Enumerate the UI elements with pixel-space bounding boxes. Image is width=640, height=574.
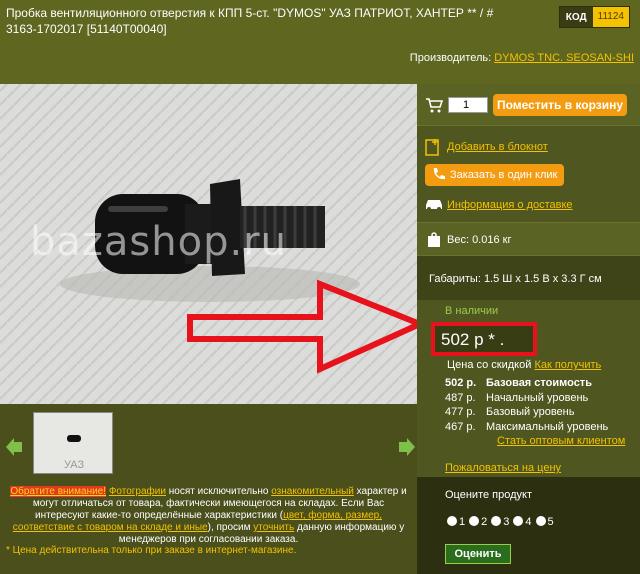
price-tier-row: 487 р. Начальный уровень bbox=[445, 392, 588, 404]
cart-icon bbox=[426, 98, 443, 113]
cart-row: 1 Поместить в корзину bbox=[417, 84, 640, 126]
stock-status: В наличии bbox=[445, 305, 499, 317]
disclaimer-text-3: ), просим bbox=[207, 522, 254, 533]
product-photo[interactable]: bazashop.ru bbox=[0, 84, 417, 404]
price-box: 502 р * . bbox=[431, 322, 537, 356]
manufacturer-label: Производитель: bbox=[409, 52, 492, 64]
thumbnail[interactable]: УАЗ bbox=[33, 412, 113, 474]
photo-disclaimer: Обратите внимание! Фотографии носят искл… bbox=[0, 484, 417, 574]
rating-option-2[interactable]: 2 bbox=[469, 516, 487, 528]
rating-option-3[interactable]: 3 bbox=[491, 516, 509, 528]
add-to-notebook-link[interactable]: Добавить в блокнот bbox=[447, 141, 548, 153]
price-footnote: * Цена действительна только при заказе в… bbox=[6, 545, 297, 556]
product-page: Пробка вентиляционного отверстия к КПП 5… bbox=[0, 0, 640, 574]
prev-arrow-icon[interactable] bbox=[6, 438, 24, 456]
weight-text: Вес: 0.016 кг bbox=[447, 234, 512, 246]
delivery-row: Информация о доставке bbox=[417, 194, 640, 216]
thumbnail-strip: УАЗ bbox=[0, 404, 417, 484]
price-tier-value: 477 р. bbox=[445, 406, 476, 418]
price-tier-label: Базовая стоимость bbox=[486, 377, 592, 389]
weight-row: Вес: 0.016 кг bbox=[417, 222, 640, 256]
manufacturer: Производитель: DYMOS TNC. SEOSAN-SHI bbox=[410, 52, 634, 64]
become-wholesale-link[interactable]: Стать оптовым клиентом bbox=[497, 435, 625, 447]
code-value: 11124 bbox=[592, 7, 629, 27]
add-to-cart-button[interactable]: Поместить в корзину bbox=[493, 94, 627, 116]
discount-label: Цена со скидкой bbox=[447, 359, 532, 371]
one-click-order-button[interactable]: Заказать в один клик bbox=[425, 164, 564, 186]
price-value: 502 р * . bbox=[441, 330, 505, 349]
code-label: КОД bbox=[565, 11, 587, 23]
phone-icon bbox=[433, 168, 445, 180]
rating-title: Оцените продукт bbox=[445, 489, 533, 501]
price-tier-label: Максимальный уровень bbox=[486, 421, 609, 433]
rating-option-4[interactable]: 4 bbox=[513, 516, 532, 528]
price-tier-value: 467 р. bbox=[445, 421, 476, 433]
informative-link[interactable]: ознакомительный bbox=[271, 486, 354, 497]
thumb-text: УАЗ bbox=[64, 459, 84, 471]
manufacturer-link[interactable]: DYMOS TNC. SEOSAN-SHI bbox=[494, 52, 634, 64]
page-header: Пробка вентиляционного отверстия к КПП 5… bbox=[0, 0, 640, 84]
price-tier-label: Начальный уровень bbox=[486, 392, 589, 404]
complain-price-link[interactable]: Пожаловаться на цену bbox=[445, 462, 561, 474]
weight-icon bbox=[428, 232, 440, 247]
price-tier-value: 487 р. bbox=[445, 392, 476, 404]
rating-options: 1 2 3 4 5 bbox=[447, 516, 554, 528]
product-code-badge: КОД 11124 bbox=[558, 6, 630, 28]
discount-how-link[interactable]: Как получить bbox=[534, 359, 601, 371]
notebook-icon bbox=[425, 139, 439, 156]
photos-link[interactable]: Фотографии bbox=[109, 486, 166, 497]
price-tier-row: 467 р. Максимальный уровень bbox=[445, 421, 608, 433]
rating-section: Оцените продукт 1 2 3 4 5 Оценить bbox=[417, 477, 640, 574]
price-tier-row: 502 р. Базовая стоимость bbox=[445, 377, 592, 389]
dimensions-row: Габариты: 1.5 Ш х 1.5 В х 3.3 Г см bbox=[417, 256, 640, 300]
delivery-info-link[interactable]: Информация о доставке bbox=[447, 199, 573, 211]
rate-button[interactable]: Оценить bbox=[445, 544, 511, 564]
one-click-order-label: Заказать в один клик bbox=[450, 169, 558, 181]
watermark: bazashop.ru bbox=[30, 219, 287, 265]
price-tier-row: 477 р. Базовый уровень bbox=[445, 406, 574, 418]
disclaimer-text-1: носят исключительно bbox=[165, 486, 272, 497]
purchase-sidebar: 1 Поместить в корзину Добавить в блокнот… bbox=[417, 84, 640, 574]
page-title: Пробка вентиляционного отверстия к КПП 5… bbox=[6, 6, 494, 36]
discount-line: Цена со скидкой Как получить bbox=[447, 359, 601, 371]
rating-option-1[interactable]: 1 bbox=[447, 516, 465, 528]
price-tier-label: Базовый уровень bbox=[486, 406, 575, 418]
dimensions-text: Габариты: 1.5 Ш х 1.5 В х 3.3 Г см bbox=[429, 273, 602, 285]
next-arrow-icon[interactable] bbox=[397, 438, 415, 456]
rating-option-5[interactable]: 5 bbox=[535, 516, 554, 528]
notebook-row: Добавить в блокнот bbox=[417, 136, 640, 160]
price-tier-value: 502 р. bbox=[445, 377, 477, 389]
car-icon bbox=[426, 200, 442, 211]
disclaimer-warning: Обратите внимание! bbox=[10, 486, 107, 497]
clarify-link[interactable]: уточнить bbox=[253, 522, 294, 533]
quantity-input[interactable]: 1 bbox=[448, 97, 488, 113]
